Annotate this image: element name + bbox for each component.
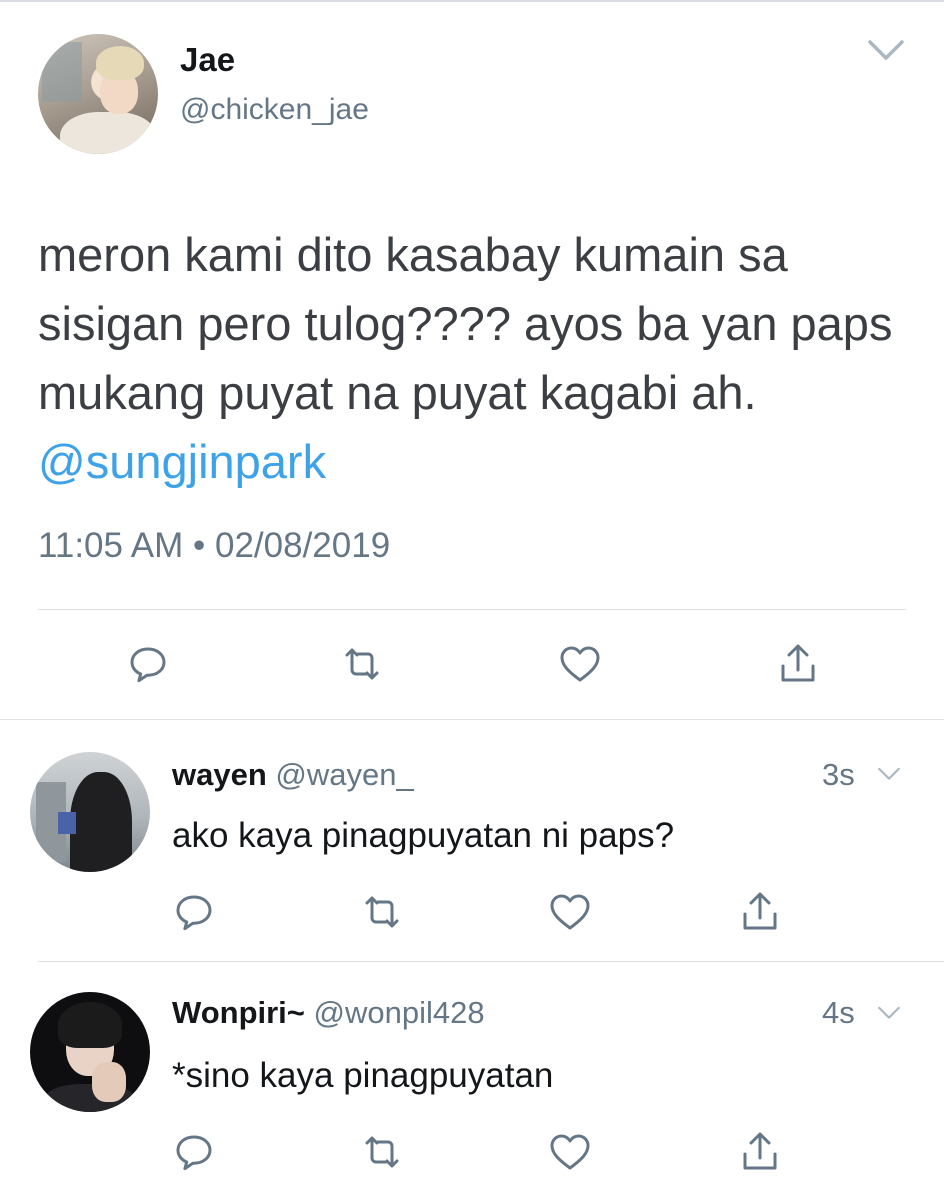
reply-time: 3s xyxy=(822,757,855,792)
top-divider xyxy=(0,0,944,2)
share-icon[interactable] xyxy=(774,640,822,688)
reply-time: 4s xyxy=(822,995,855,1030)
retweet-icon[interactable] xyxy=(358,1128,406,1176)
reply-icon[interactable] xyxy=(170,1128,218,1176)
chevron-down-icon[interactable] xyxy=(864,34,908,70)
retweet-icon[interactable] xyxy=(338,640,386,688)
tweet-timestamp: 11:05 AM • 02/08/2019 xyxy=(38,526,391,565)
like-icon[interactable] xyxy=(546,888,594,936)
reply-author-name[interactable]: wayen xyxy=(172,757,267,792)
tweet-text: meron kami dito kasabay kumain sa sisiga… xyxy=(38,220,918,496)
chevron-down-icon[interactable] xyxy=(874,1003,904,1025)
reply-text: ako kaya pinagpuyatan ni paps? xyxy=(172,816,675,855)
reply-author-name[interactable]: Wonpiri~ xyxy=(172,995,305,1030)
tweet-body: meron kami dito kasabay kumain sa sisiga… xyxy=(38,228,893,419)
reply-header: Wonpiri~ @wonpil428 xyxy=(172,994,485,1032)
divider xyxy=(38,609,906,610)
reply-text: *sino kaya pinagpuyatan xyxy=(172,1056,554,1095)
chevron-down-icon[interactable] xyxy=(874,764,904,786)
reply-author-handle[interactable]: @wayen_ xyxy=(275,757,413,792)
share-icon[interactable] xyxy=(736,1128,784,1176)
avatar[interactable] xyxy=(30,992,150,1112)
share-icon[interactable] xyxy=(736,888,784,936)
like-icon[interactable] xyxy=(546,1128,594,1176)
mention-link[interactable]: @sungjinpark xyxy=(38,435,326,488)
divider xyxy=(38,961,944,962)
divider xyxy=(0,719,944,720)
reply-icon[interactable] xyxy=(124,640,172,688)
avatar[interactable] xyxy=(30,752,150,872)
avatar[interactable] xyxy=(38,34,158,154)
retweet-icon[interactable] xyxy=(358,888,406,936)
author-name[interactable]: Jae xyxy=(180,40,235,80)
reply-header: wayen @wayen_ xyxy=(172,756,414,794)
like-icon[interactable] xyxy=(556,640,604,688)
reply-author-handle[interactable]: @wonpil428 xyxy=(314,995,485,1030)
author-handle[interactable]: @chicken_jae xyxy=(180,92,369,128)
reply-icon[interactable] xyxy=(170,888,218,936)
